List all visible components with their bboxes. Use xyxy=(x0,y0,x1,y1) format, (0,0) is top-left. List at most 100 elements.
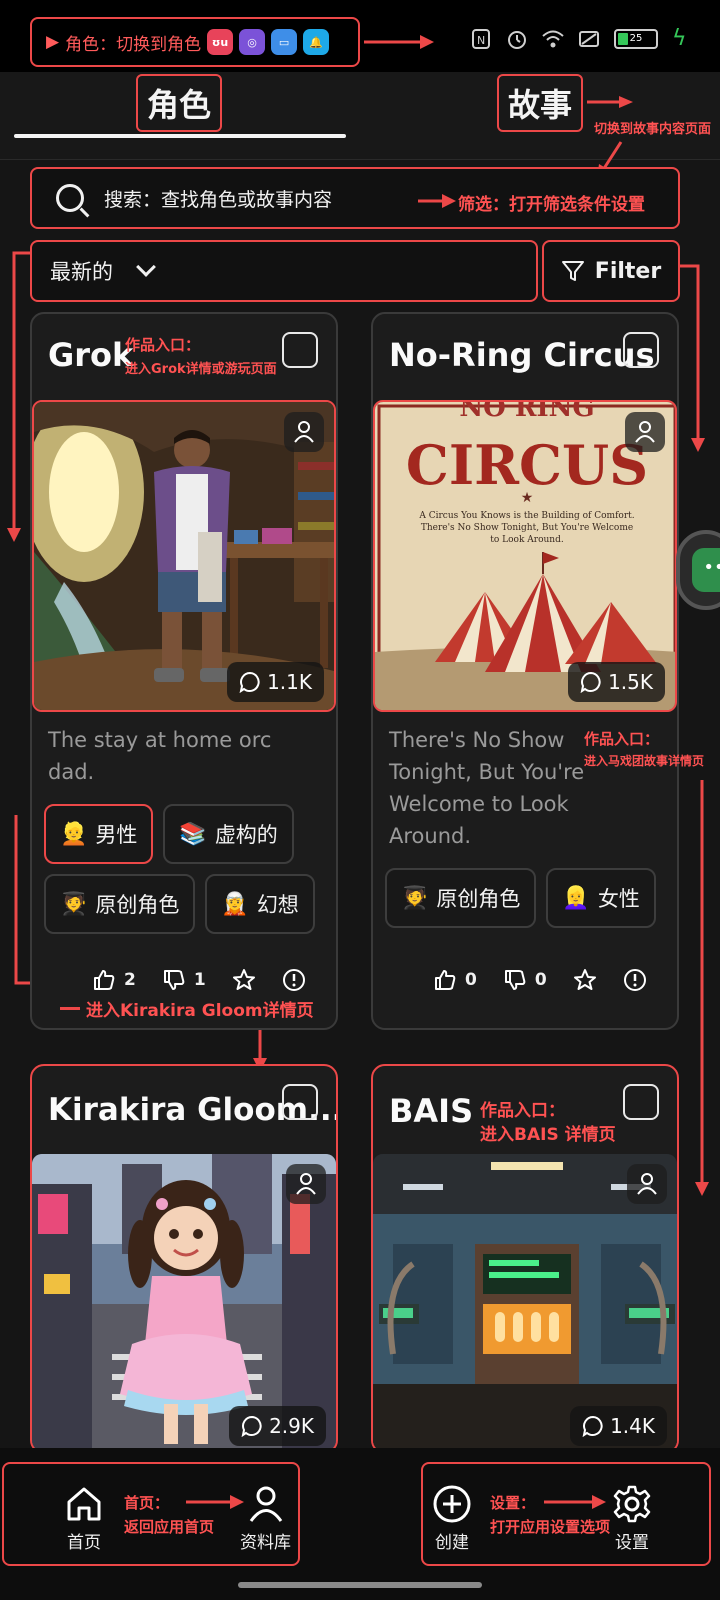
tag-label: 原创角色 xyxy=(436,887,521,911)
bais-annotation-line2: 进入BAIS 详情页 xyxy=(480,1125,616,1145)
chat-bubble-icon xyxy=(580,671,601,693)
tag-emoji: 🧑‍🎓 xyxy=(401,885,429,911)
card-description: The stay at home orc dad. xyxy=(48,728,272,784)
annotation-dash xyxy=(60,1007,80,1010)
thumbs-up-icon[interactable] xyxy=(433,968,457,992)
grok-annotation-line1: 作品入口： xyxy=(125,336,201,354)
home-icon xyxy=(67,1487,101,1521)
svg-text:NO RING: NO RING xyxy=(459,402,594,423)
nav-create-label: 创建 xyxy=(435,1533,469,1553)
tag-emoji: 👱‍♀️ xyxy=(562,885,590,911)
character-card-no-ring-circus[interactable]: No-Ring Circus NO RING CIRCUS ★ A Circus… xyxy=(371,312,679,1030)
tag-emoji: 👱 xyxy=(60,821,88,847)
dislike-count: 1 xyxy=(193,970,206,990)
nav-create[interactable]: 创建 xyxy=(432,1484,472,1553)
select-checkbox[interactable] xyxy=(282,1084,318,1120)
like-count: 2 xyxy=(124,970,136,990)
star-icon[interactable] xyxy=(573,968,597,992)
nav-home[interactable]: 首页 xyxy=(64,1484,104,1553)
chat-count: 1.1K xyxy=(227,662,324,702)
chat-count: 1.5K xyxy=(568,662,665,702)
report-icon[interactable] xyxy=(623,968,647,992)
reaction-bar: 2 1 xyxy=(92,968,306,992)
nav-library[interactable]: 资料库 xyxy=(240,1484,291,1553)
character-type-badge xyxy=(625,412,665,452)
tag-emoji: 🧝 xyxy=(221,891,249,917)
chat-count-value: 1.1K xyxy=(267,670,312,694)
card-thumbnail[interactable]: 2.9K xyxy=(32,1154,336,1452)
annotation-arrow xyxy=(186,1495,244,1509)
poster-title: CIRCUS xyxy=(406,433,648,497)
character-type-badge xyxy=(286,1164,326,1204)
star-icon[interactable] xyxy=(232,968,256,992)
add-icon xyxy=(433,1485,471,1523)
chat-count-value: 1.4K xyxy=(610,1414,655,1438)
nav-settings-label: 设置 xyxy=(615,1533,649,1553)
card-tags: 👱 男性 📚 虚构的 🧑‍🎓 原创角色 🧝 幻想 xyxy=(44,804,324,934)
tag-fictional[interactable]: 📚 虚构的 xyxy=(163,804,294,864)
gear-icon xyxy=(613,1485,651,1523)
circus-annotation-line1: 作品入口： xyxy=(584,730,660,748)
kirakira-annotation: 进入Kirakira Gloom详情页 xyxy=(86,1001,314,1021)
card-thumbnail[interactable]: NO RING CIRCUS ★ A Circus You Knows is t… xyxy=(373,400,677,712)
card-title: Grok xyxy=(48,336,134,374)
chat-count: 1.4K xyxy=(570,1406,667,1446)
card-thumbnail[interactable]: 1.4K xyxy=(373,1154,677,1452)
select-checkbox[interactable] xyxy=(623,1084,659,1120)
tag-label: 原创角色 xyxy=(95,893,180,917)
nav-library-label: 资料库 xyxy=(240,1533,291,1553)
svg-text:★: ★ xyxy=(521,490,534,506)
character-card-grok[interactable]: Grok 1.1K The stay at home orc dad. 👱 男性… xyxy=(30,312,338,1030)
chat-count-value: 2.9K xyxy=(269,1414,314,1438)
tag-fantasy[interactable]: 🧝 幻想 xyxy=(205,874,315,934)
tag-female[interactable]: 👱‍♀️ 女性 xyxy=(546,868,656,928)
dislike-count: 0 xyxy=(534,970,547,990)
chat-count-value: 1.5K xyxy=(608,670,653,694)
user-icon xyxy=(635,421,655,443)
tag-emoji: 🧑‍🎓 xyxy=(60,891,88,917)
nav-home-label: 首页 xyxy=(67,1533,101,1553)
user-icon xyxy=(294,421,314,443)
settings-annotation-line2: 打开应用设置选项 xyxy=(490,1518,611,1536)
reaction-bar: 0 0 xyxy=(433,968,647,992)
tag-label: 男性 xyxy=(95,823,138,847)
chat-count: 2.9K xyxy=(229,1406,326,1446)
tag-label: 幻想 xyxy=(256,893,299,917)
tag-emoji: 📚 xyxy=(179,821,207,847)
card-tags: 🧑‍🎓 原创角色 👱‍♀️ 女性 xyxy=(385,868,665,928)
chat-bubble-icon xyxy=(582,1415,603,1437)
thumbs-up-icon[interactable] xyxy=(92,968,116,992)
select-checkbox[interactable] xyxy=(282,332,318,368)
character-card-kirakira-gloom[interactable]: Kirakira Gloom... 2.9K xyxy=(30,1064,338,1454)
tag-original-character[interactable]: 🧑‍🎓 原创角色 xyxy=(44,874,196,934)
home-annotation-line2: 返回应用首页 xyxy=(124,1518,215,1536)
user-icon xyxy=(637,1173,657,1195)
floating-assistant-handle[interactable]: •• xyxy=(676,530,720,610)
nav-settings[interactable]: 设置 xyxy=(612,1484,652,1553)
tag-label: 女性 xyxy=(597,887,640,911)
poster-subtitle: A Circus You Knows is the Building of Co… xyxy=(419,511,635,545)
select-checkbox[interactable] xyxy=(623,332,659,368)
tag-original-character[interactable]: 🧑‍🎓 原创角色 xyxy=(385,868,537,928)
thumbs-down-icon[interactable] xyxy=(162,968,186,992)
user-icon xyxy=(296,1173,316,1195)
chat-bubble-icon xyxy=(239,671,260,693)
tag-label: 虚构的 xyxy=(214,823,278,847)
grok-annotation-line2: 进入Grok详情或游玩页面 xyxy=(125,362,277,377)
annotation-arrow xyxy=(544,1495,606,1509)
card-title: No-Ring Circus xyxy=(389,336,655,374)
profile-icon xyxy=(249,1486,282,1522)
like-count: 0 xyxy=(465,970,477,990)
home-annotation-line1: 首页： xyxy=(124,1494,170,1512)
report-icon[interactable] xyxy=(282,968,306,992)
chat-bubble-icon xyxy=(241,1415,262,1437)
thumbs-down-icon[interactable] xyxy=(503,968,527,992)
tag-male[interactable]: 👱 男性 xyxy=(44,804,154,864)
more-icon: •• xyxy=(692,548,720,592)
character-type-badge xyxy=(627,1164,667,1204)
circus-annotation-line2: 进入马戏团故事详情页 xyxy=(584,754,705,768)
home-indicator[interactable] xyxy=(238,1582,482,1588)
character-type-badge xyxy=(284,412,324,452)
card-thumbnail[interactable]: 1.1K xyxy=(32,400,336,712)
card-title: BAIS xyxy=(389,1092,474,1130)
